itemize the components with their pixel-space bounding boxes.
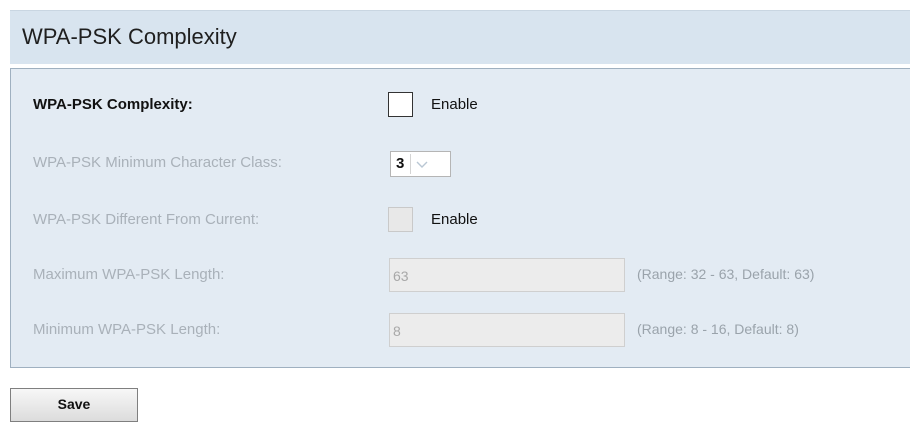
select-divider bbox=[410, 154, 411, 174]
complexity-row: WPA-PSK Complexity: Enable bbox=[11, 90, 910, 120]
min-char-class-select[interactable]: 3 bbox=[390, 151, 451, 177]
max-length-input[interactable]: 63 bbox=[389, 258, 625, 292]
min-length-label: Minimum WPA-PSK Length: bbox=[33, 321, 221, 338]
different-from-current-checkbox[interactable] bbox=[388, 207, 413, 232]
min-char-class-selected-value: 3 bbox=[396, 155, 405, 172]
complexity-settings-panel: WPA-PSK Complexity: Enable WPA-PSK Minim… bbox=[10, 68, 910, 368]
different-from-current-label: WPA-PSK Different From Current: bbox=[33, 211, 260, 228]
wpa-psk-complexity-page: WPA-PSK Complexity WPA-PSK Complexity: E… bbox=[0, 0, 910, 422]
different-from-current-enable-label: Enable bbox=[431, 211, 478, 228]
complexity-enable-checkbox[interactable] bbox=[388, 92, 413, 117]
min-char-class-row: WPA-PSK Minimum Character Class: 3 bbox=[11, 148, 910, 178]
section-header: WPA-PSK Complexity bbox=[10, 10, 910, 64]
max-length-row: Maximum WPA-PSK Length: 63 (Range: 32 - … bbox=[11, 258, 910, 292]
min-length-input[interactable]: 8 bbox=[389, 313, 625, 347]
max-length-range-hint: (Range: 32 - 63, Default: 63) bbox=[637, 266, 815, 282]
page-title: WPA-PSK Complexity bbox=[22, 24, 237, 49]
min-length-range-hint: (Range: 8 - 16, Default: 8) bbox=[637, 321, 799, 337]
different-from-current-row: WPA-PSK Different From Current: Enable bbox=[11, 205, 910, 235]
min-length-row: Minimum WPA-PSK Length: 8 (Range: 8 - 16… bbox=[11, 313, 910, 347]
complexity-label: WPA-PSK Complexity: bbox=[33, 96, 193, 113]
max-length-label: Maximum WPA-PSK Length: bbox=[33, 266, 225, 283]
min-char-class-label: WPA-PSK Minimum Character Class: bbox=[33, 154, 282, 171]
save-button[interactable]: Save bbox=[10, 388, 138, 422]
complexity-enable-label: Enable bbox=[431, 96, 478, 113]
chevron-down-icon bbox=[416, 161, 428, 168]
